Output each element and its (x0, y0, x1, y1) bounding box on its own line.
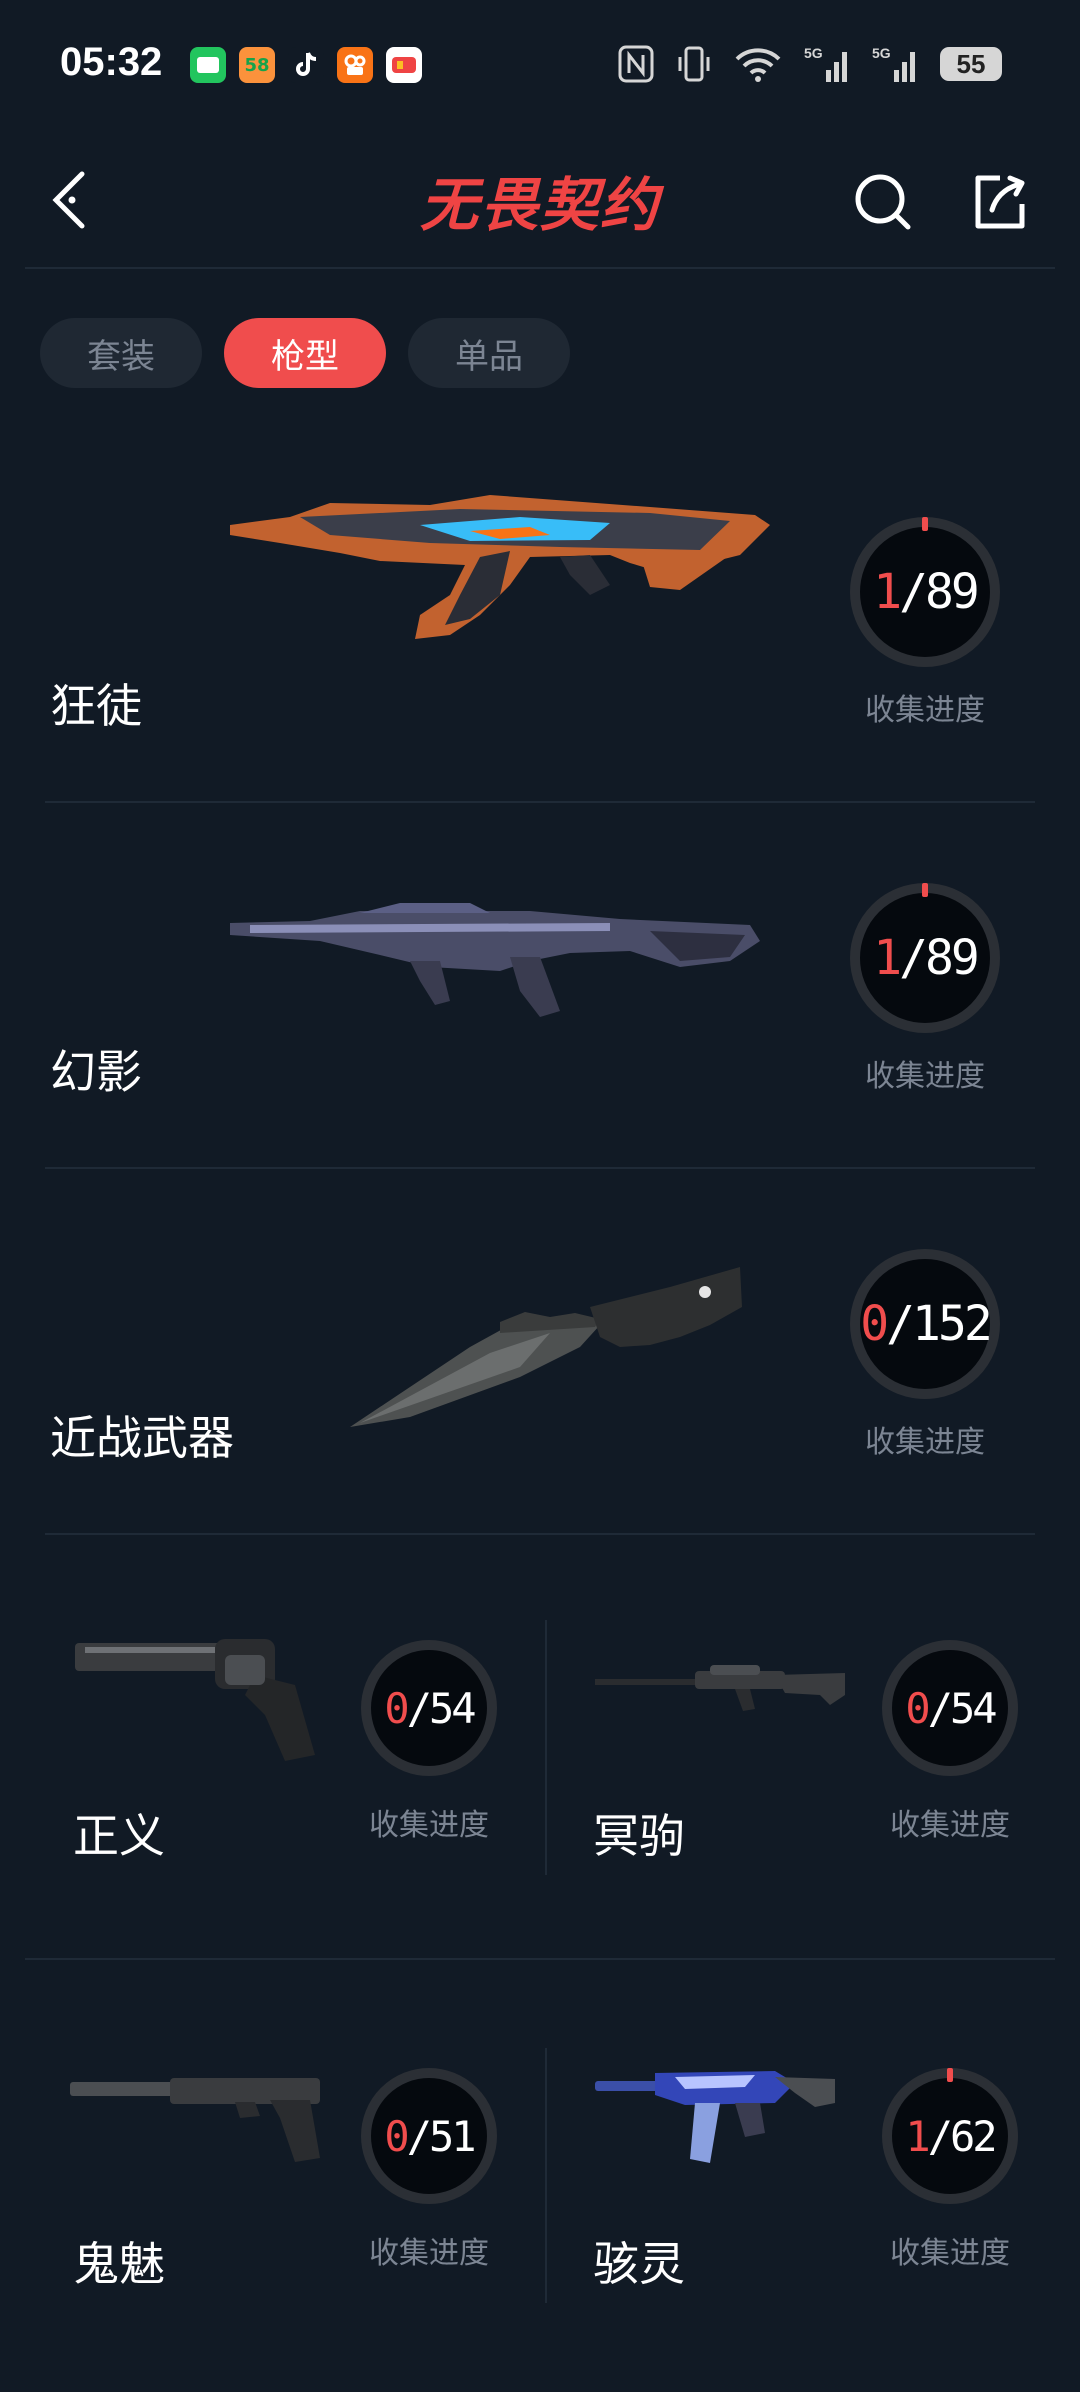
weapon-cell-spectre[interactable]: 骇灵 1/62 收集进度 (565, 1963, 1080, 2389)
system-icons: 5G 5G 55 (618, 44, 1002, 84)
progress-label: 收集进度 (890, 2236, 1010, 2271)
weapon-name: 幻影 (50, 1045, 142, 1099)
owned-count: 0 (860, 1296, 889, 1352)
weapon-row-vandal[interactable]: 狂徒 1/89 收集进度 (45, 435, 1035, 803)
weapon-cell-operator[interactable]: 冥驹 0/54 收集进度 (565, 1535, 1080, 1961)
notification-icons: 58 (190, 47, 422, 83)
weapon-name: 正义 (73, 1809, 165, 1863)
ghost-image (70, 2078, 320, 2162)
messages-app-icon (190, 47, 226, 83)
share-icon (975, 175, 1025, 229)
tab-sets[interactable]: 套装 (40, 318, 202, 388)
progress-ring: 0/54 (882, 1640, 1018, 1776)
battery-indicator: 55 (940, 47, 1002, 81)
total-count: /89 (899, 930, 980, 986)
progress-label: 收集进度 (369, 1808, 489, 1843)
header-divider (25, 267, 1055, 269)
progress-ring: 0/152 (850, 1249, 1000, 1399)
owned-count: 1 (873, 930, 902, 986)
signal-5g-icon-2: 5G (872, 44, 918, 84)
page-title: 无畏契约 (419, 171, 660, 239)
nfc-icon (618, 44, 654, 84)
progress-label: 收集进度 (865, 1425, 985, 1460)
owned-count: 0 (905, 1683, 930, 1733)
vibrate-icon (676, 44, 712, 84)
tab-singles[interactable]: 单品 (408, 318, 570, 388)
progress-label: 收集进度 (890, 1808, 1010, 1843)
weapon-name: 冥驹 (593, 1809, 685, 1863)
header: 无畏契约 (0, 130, 1080, 270)
progress-ring: 1/89 (850, 883, 1000, 1033)
owned-count: 0 (384, 1683, 409, 1733)
phantom-image (230, 903, 760, 1017)
status-bar: 05:32 58 5G 5G 55 (0, 0, 1080, 130)
wifi-icon (734, 44, 782, 84)
category-tabs: 套装 枪型 单品 (40, 318, 570, 388)
judge-image (75, 1639, 315, 1761)
game-app-icon (386, 47, 422, 83)
search-button[interactable] (848, 152, 918, 252)
vandal-image (230, 495, 770, 639)
owned-count: 1 (873, 564, 902, 620)
knife-image (350, 1267, 742, 1427)
status-time: 05:32 (60, 40, 163, 84)
progress-label: 收集进度 (865, 693, 985, 728)
weapon-name: 近战武器 (50, 1411, 234, 1465)
progress-label: 收集进度 (865, 1059, 985, 1094)
58-app-icon: 58 (239, 47, 275, 83)
owned-count: 0 (384, 2111, 409, 2161)
weapon-row-melee[interactable]: 近战武器 0/152 收集进度 (45, 1167, 1035, 1535)
svg-text:5G: 5G (872, 45, 891, 61)
owned-count: 1 (905, 2111, 930, 2161)
spectre-image (595, 2071, 835, 2163)
total-count: /152 (886, 1296, 993, 1352)
weapon-name: 狂徒 (50, 679, 142, 733)
progress-ring: 0/54 (361, 1640, 497, 1776)
svg-text:5G: 5G (804, 45, 823, 61)
progress-ring: 1/62 (882, 2068, 1018, 2204)
weapon-cell-ghost[interactable]: 鬼魅 0/51 收集进度 (45, 1963, 565, 2389)
search-icon (855, 174, 911, 230)
weapon-name: 骇灵 (593, 2237, 685, 2291)
kuaishou-app-icon (337, 47, 373, 83)
tiktok-app-icon (288, 47, 324, 83)
total-count: /89 (899, 564, 980, 620)
total-count: /51 (406, 2111, 477, 2161)
total-count: /54 (406, 1683, 477, 1733)
operator-image (595, 1665, 845, 1711)
weapon-cell-judge[interactable]: 正义 0/54 收集进度 (45, 1535, 565, 1961)
progress-ring: 0/51 (361, 2068, 497, 2204)
total-count: /54 (927, 1683, 998, 1733)
share-button[interactable] (965, 152, 1035, 252)
progress-ring: 1/89 (850, 517, 1000, 667)
tab-weapon-types[interactable]: 枪型 (224, 318, 386, 388)
weapon-name: 鬼魅 (73, 2237, 165, 2291)
progress-label: 收集进度 (369, 2236, 489, 2271)
total-count: /62 (927, 2111, 998, 2161)
signal-5g-icon-1: 5G (804, 44, 850, 84)
weapon-row-phantom[interactable]: 幻影 1/89 收集进度 (45, 801, 1035, 1169)
